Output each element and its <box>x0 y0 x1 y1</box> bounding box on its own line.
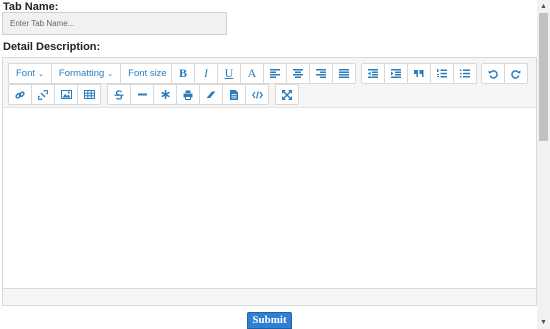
chevron-down-icon: ⌄ <box>38 70 44 78</box>
font-color-button[interactable]: A <box>240 63 264 84</box>
align-justify-icon <box>339 69 349 78</box>
unordered-list-button[interactable] <box>453 63 477 84</box>
strikethrough-icon <box>114 89 124 100</box>
code-view-button[interactable] <box>245 84 269 105</box>
indent-icon <box>391 69 401 78</box>
tab-name-input[interactable] <box>2 12 227 35</box>
unlink-icon <box>38 89 48 100</box>
font-dropdown-group: Font ⌄ Formatting ⌄ Font size ⌄ <box>8 63 184 84</box>
image-icon <box>60 90 72 99</box>
formatting-dropdown[interactable]: Formatting ⌄ <box>50 63 122 84</box>
italic-button[interactable]: I <box>194 63 218 84</box>
page-scrollbar[interactable]: ▲ ▼ <box>537 0 550 329</box>
special-char-button[interactable] <box>153 84 177 105</box>
history-button-group <box>481 63 528 84</box>
quote-icon <box>414 70 424 77</box>
font-dropdown-label: Font <box>16 68 36 79</box>
align-left-button[interactable] <box>263 63 287 84</box>
redo-icon <box>511 69 521 79</box>
undo-icon <box>488 69 498 79</box>
align-button-group <box>263 63 356 84</box>
eraser-icon <box>206 91 216 98</box>
align-justify-button[interactable] <box>332 63 356 84</box>
misc-button-group <box>107 84 177 105</box>
table-icon <box>83 90 95 99</box>
insert-image-button[interactable] <box>54 84 78 105</box>
editor-toolbar: Font ⌄ Formatting ⌄ Font size ⌄ B I U A <box>3 58 536 108</box>
scroll-up-icon[interactable]: ▲ <box>537 0 550 13</box>
editor-content-area[interactable] <box>3 108 536 289</box>
fullscreen-button[interactable] <box>275 84 299 105</box>
editor-statusbar <box>3 288 536 305</box>
ordered-list-button[interactable] <box>430 63 454 84</box>
print-icon <box>183 90 193 100</box>
link-icon <box>15 90 25 99</box>
font-size-dropdown-label: Font size <box>128 68 167 79</box>
submit-button[interactable]: Submit <box>247 312 292 329</box>
fullscreen-icon <box>282 89 292 100</box>
blockquote-button[interactable] <box>407 63 431 84</box>
scrollbar-thumb[interactable] <box>539 13 548 141</box>
bold-button[interactable]: B <box>171 63 195 84</box>
outdent-button[interactable] <box>361 63 385 84</box>
insert-table-button[interactable] <box>77 84 101 105</box>
document-icon <box>230 89 238 100</box>
chevron-down-icon: ⌄ <box>107 70 114 78</box>
align-center-button[interactable] <box>286 63 310 84</box>
horizontal-rule-icon <box>137 93 147 96</box>
view-button-group <box>275 84 299 105</box>
horizontal-rule-button[interactable] <box>130 84 154 105</box>
list-button-group <box>361 63 477 84</box>
format-button-group: B I U A <box>171 63 264 84</box>
scroll-down-icon[interactable]: ▼ <box>537 316 550 329</box>
unordered-list-icon <box>460 69 470 78</box>
print-button[interactable] <box>176 84 200 105</box>
align-center-icon <box>293 69 303 78</box>
underline-button[interactable]: U <box>217 63 241 84</box>
special-char-icon <box>160 90 170 99</box>
formatting-dropdown-label: Formatting <box>58 68 105 79</box>
undo-button[interactable] <box>481 63 505 84</box>
code-icon <box>251 90 263 99</box>
redo-button[interactable] <box>504 63 528 84</box>
insert-link-button[interactable] <box>8 84 32 105</box>
indent-button[interactable] <box>384 63 408 84</box>
outdent-icon <box>368 69 378 78</box>
unlink-button[interactable] <box>31 84 55 105</box>
clear-format-button[interactable] <box>199 84 223 105</box>
strikethrough-button[interactable] <box>107 84 131 105</box>
document-button[interactable] <box>222 84 246 105</box>
insert-button-group <box>8 84 101 105</box>
rich-text-editor: Font ⌄ Formatting ⌄ Font size ⌄ B I U A <box>2 57 537 306</box>
description-label: Detail Description: <box>3 41 101 53</box>
align-right-button[interactable] <box>309 63 333 84</box>
font-dropdown[interactable]: Font ⌄ <box>8 63 52 84</box>
tools-button-group <box>176 84 269 105</box>
ordered-list-icon <box>437 69 447 78</box>
align-right-icon <box>316 69 326 78</box>
align-left-icon <box>270 69 280 78</box>
